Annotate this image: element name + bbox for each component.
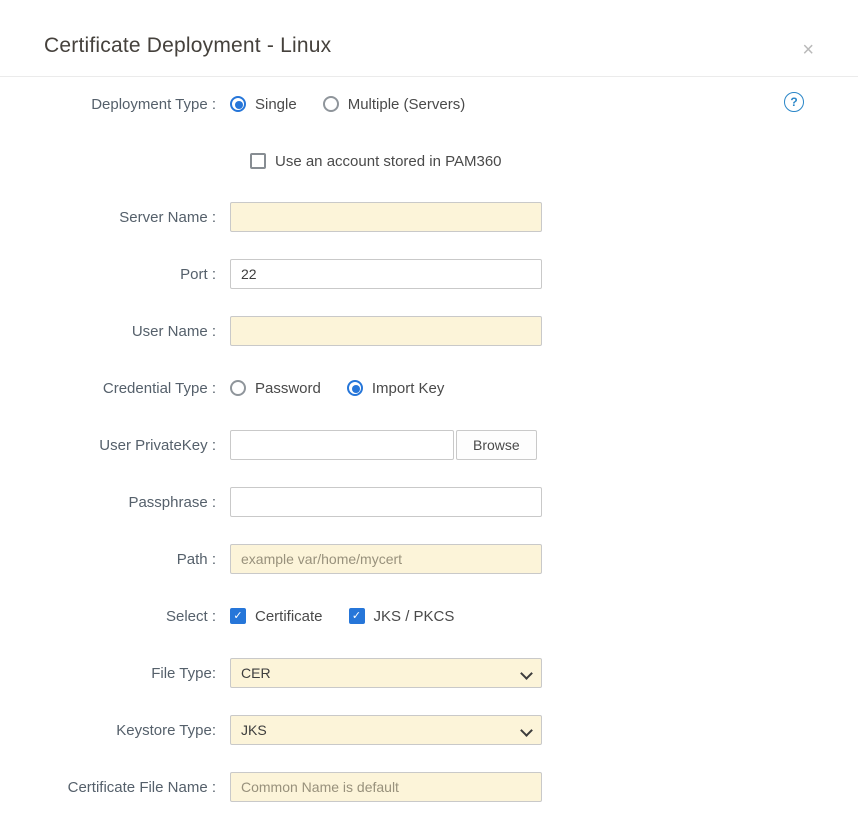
- port-input[interactable]: [230, 259, 542, 289]
- passphrase-input[interactable]: [230, 487, 542, 517]
- row-user-name: User Name :: [0, 316, 858, 346]
- help-icon[interactable]: ?: [784, 92, 804, 112]
- certificate-file-name-label: Certificate File Name :: [0, 779, 230, 796]
- radio-password-label: Password: [255, 380, 321, 397]
- radio-multiple-servers[interactable]: Multiple (Servers): [323, 96, 466, 113]
- row-deployment-type: Deployment Type : Single Multiple (Serve…: [0, 89, 858, 119]
- user-name-input[interactable]: [230, 316, 542, 346]
- file-type-select[interactable]: CER: [230, 658, 542, 688]
- certificate-checkbox-icon[interactable]: [230, 608, 246, 624]
- jks-pkcs-checkbox-icon[interactable]: [349, 608, 365, 624]
- jks-pkcs-checkbox[interactable]: JKS / PKCS: [349, 608, 455, 625]
- deployment-form: Deployment Type : Single Multiple (Serve…: [0, 77, 858, 802]
- browse-button[interactable]: Browse: [456, 430, 537, 460]
- row-file-type: File Type: CER: [0, 658, 858, 688]
- server-name-label: Server Name :: [0, 209, 230, 226]
- row-server-name: Server Name :: [0, 202, 858, 232]
- keystore-type-select[interactable]: JKS: [230, 715, 542, 745]
- row-certificate-file-name: Certificate File Name :: [0, 772, 858, 802]
- radio-multiple-label: Multiple (Servers): [348, 96, 466, 113]
- certificate-checkbox-label: Certificate: [255, 608, 323, 625]
- file-type-label: File Type:: [0, 665, 230, 682]
- row-credential-type: Credential Type : Password Import Key: [0, 373, 858, 403]
- radio-password-icon[interactable]: [230, 380, 246, 396]
- radio-import-key-label: Import Key: [372, 380, 445, 397]
- server-name-input[interactable]: [230, 202, 542, 232]
- user-name-label: User Name :: [0, 323, 230, 340]
- pam-account-checkbox-icon[interactable]: [250, 153, 266, 169]
- dialog-title: Certificate Deployment - Linux: [44, 34, 814, 58]
- pam-account-label: Use an account stored in PAM360: [275, 153, 502, 170]
- row-keystore-type: Keystore Type: JKS: [0, 715, 858, 745]
- close-icon[interactable]: ×: [802, 40, 814, 60]
- radio-import-key-icon[interactable]: [347, 380, 363, 396]
- deployment-type-label: Deployment Type :: [0, 96, 230, 113]
- row-passphrase: Passphrase :: [0, 487, 858, 517]
- radio-single-icon[interactable]: [230, 96, 246, 112]
- path-input[interactable]: [230, 544, 542, 574]
- row-select: Select : Certificate JKS / PKCS: [0, 601, 858, 631]
- radio-multiple-icon[interactable]: [323, 96, 339, 112]
- radio-single-label: Single: [255, 96, 297, 113]
- keystore-type-label: Keystore Type:: [0, 722, 230, 739]
- port-label: Port :: [0, 266, 230, 283]
- certificate-deployment-dialog: Certificate Deployment - Linux × Deploym…: [0, 0, 858, 835]
- radio-import-key[interactable]: Import Key: [347, 380, 445, 397]
- row-user-private-key: User PrivateKey : Browse: [0, 430, 858, 460]
- user-private-key-label: User PrivateKey :: [0, 437, 230, 454]
- row-path: Path :: [0, 544, 858, 574]
- user-private-key-input[interactable]: [230, 430, 454, 460]
- jks-pkcs-checkbox-label: JKS / PKCS: [374, 608, 455, 625]
- path-label: Path :: [0, 551, 230, 568]
- credential-type-label: Credential Type :: [0, 380, 230, 397]
- certificate-file-name-input[interactable]: [230, 772, 542, 802]
- passphrase-label: Passphrase :: [0, 494, 230, 511]
- row-port: Port :: [0, 259, 858, 289]
- pam-account-checkbox[interactable]: Use an account stored in PAM360: [250, 153, 502, 170]
- select-label: Select :: [0, 608, 230, 625]
- radio-single[interactable]: Single: [230, 96, 297, 113]
- dialog-header: Certificate Deployment - Linux ×: [0, 0, 858, 77]
- row-pam-account: Use an account stored in PAM360: [0, 146, 858, 176]
- certificate-checkbox[interactable]: Certificate: [230, 608, 323, 625]
- radio-password[interactable]: Password: [230, 380, 321, 397]
